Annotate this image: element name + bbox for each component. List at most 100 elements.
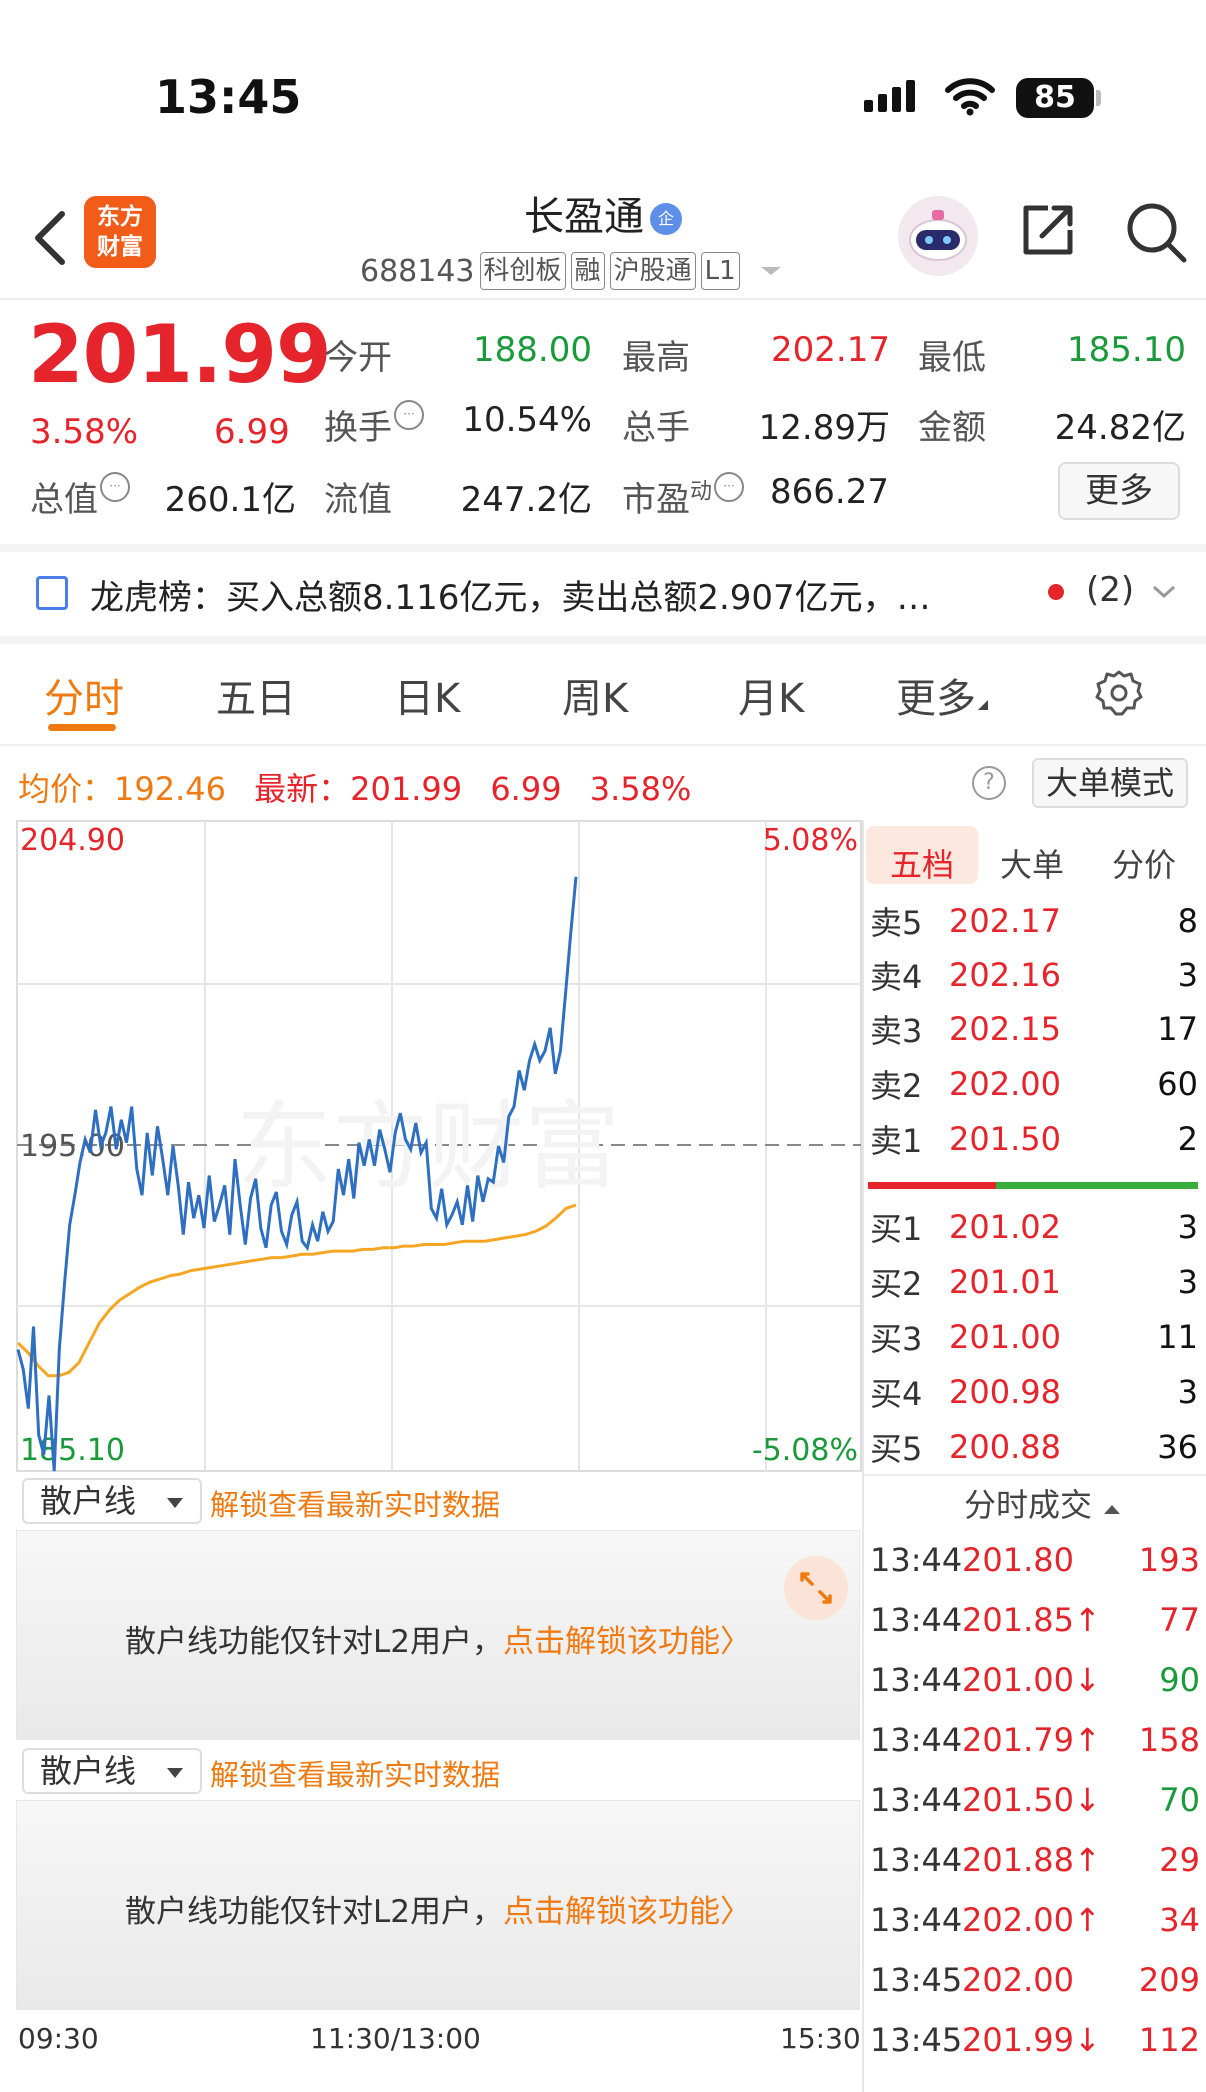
amount-value: 24.82亿 <box>1054 408 1186 448</box>
bid-qty: 3 <box>1177 1208 1198 1246</box>
unlock-feature-link[interactable]: 点击解锁该功能〉 <box>503 1624 751 1660</box>
help-icon[interactable]: ? <box>972 766 1006 800</box>
trade-time: 13:44 <box>870 1541 963 1579</box>
latest-value: 201.99 <box>350 770 463 808</box>
locked-text: 散户线功能仅针对L2用户， <box>125 1624 503 1660</box>
pe-value: 866.27 <box>770 472 889 512</box>
buy-ratio-bar <box>996 1182 1198 1189</box>
orderbook-tab-price-dist[interactable]: 分价 <box>1112 840 1176 886</box>
open-value: 188.00 <box>473 330 592 370</box>
time-axis-mid: 11:30/13:00 <box>310 2022 481 2055</box>
tab-five-day[interactable]: 五日 <box>216 666 296 724</box>
dragon-tiger-icon <box>36 576 68 610</box>
open-label: 今开 <box>324 338 392 378</box>
bid-price: 201.02 <box>949 1208 1061 1246</box>
trades-title-text: 分时成交 <box>964 1486 1093 1524</box>
caret-up-icon <box>1104 1505 1121 1514</box>
trade-row: 13:44 201.88↑ 29 <box>870 1830 1200 1890</box>
bid-price: 200.88 <box>949 1428 1061 1466</box>
tab-weekly-k[interactable]: 周K <box>562 666 628 724</box>
indicator-dropdown[interactable]: 散户线 <box>22 1478 202 1524</box>
tag-northbound: 沪股通 <box>609 252 696 290</box>
trade-time: 13:44 <box>870 1601 963 1639</box>
chevron-down-icon <box>1152 585 1175 599</box>
bid-label: 买4 <box>870 1375 923 1413</box>
dragon-tiger-count[interactable]: (2) <box>1086 570 1177 610</box>
bid-label: 买5 <box>870 1430 923 1468</box>
tabs-divider <box>0 744 1206 746</box>
orderbook-tab-five-level[interactable]: 五档 <box>890 840 954 886</box>
intraday-chart[interactable]: 东方财富 204.90 195.00 185.10 5.08% -5.08% <box>16 820 862 1472</box>
indicator-dropdown[interactable]: 散户线 <box>22 1748 202 1794</box>
trade-price: 201.88↑ <box>962 1841 1101 1879</box>
trade-qty: 34 <box>1159 1901 1200 1939</box>
trade-row: 13:44 201.80 193 <box>870 1530 1200 1590</box>
bid-qty: 11 <box>1157 1318 1198 1356</box>
tab-more[interactable]: 更多 <box>896 666 990 724</box>
trade-price: 201.80 <box>962 1541 1074 1579</box>
trade-qty: 70 <box>1159 1781 1200 1819</box>
float-value: 247.2亿 <box>460 480 592 520</box>
header-divider <box>0 298 1206 300</box>
stock-code-row[interactable]: 688143 科创板 融 沪股通 L1 <box>360 252 785 290</box>
search-icon[interactable] <box>1124 200 1188 268</box>
trade-price: 201.50↓ <box>962 1781 1101 1819</box>
trade-price: 202.00 <box>962 1961 1074 1999</box>
tab-monthly-k[interactable]: 月K <box>738 666 804 724</box>
bid-qty: 36 <box>1157 1428 1198 1466</box>
tab-active-indicator <box>48 724 116 731</box>
ask-label: 卖2 <box>870 1067 923 1105</box>
ask-qty: 17 <box>1157 1010 1198 1048</box>
more-quote-button[interactable]: 更多 <box>1058 462 1180 520</box>
indicator-dropdown-label: 散户线 <box>40 1482 137 1520</box>
caret-down-icon <box>167 1498 183 1508</box>
trade-row: 13:45 201.99↓ 112 <box>870 2010 1200 2070</box>
trades-title[interactable]: 分时成交 <box>964 1480 1122 1526</box>
chevron-down-icon[interactable] <box>757 261 785 281</box>
info-icon[interactable]: ··· <box>100 472 130 502</box>
trade-price: 201.00↓ <box>962 1661 1101 1699</box>
tab-daily-k[interactable]: 日K <box>394 666 460 724</box>
dragon-tiger-text[interactable]: 龙虎榜：买入总额8.116亿元，卖出总额2.907亿元，… <box>90 570 931 619</box>
big-order-mode-button[interactable]: 大单模式 <box>1032 758 1188 808</box>
tag-star-market: 科创板 <box>479 252 566 290</box>
indicator-dropdown-label: 散户线 <box>40 1752 137 1790</box>
trade-price: 202.00↑ <box>962 1901 1101 1939</box>
bid-label: 买2 <box>870 1265 923 1303</box>
unlock-feature-link[interactable]: 点击解锁该功能〉 <box>503 1894 751 1930</box>
mktcap-value: 260.1亿 <box>164 480 296 520</box>
turnover-label: 换手 ··· <box>324 400 424 449</box>
info-icon[interactable]: ··· <box>714 472 745 502</box>
trade-qty: 112 <box>1138 2021 1200 2059</box>
ai-assistant-icon[interactable] <box>898 196 978 276</box>
orderbook-tab-big-orders[interactable]: 大单 <box>1000 840 1064 886</box>
amount-label: 金额 <box>918 408 986 448</box>
volume-label: 总手 <box>622 408 690 448</box>
unlock-realtime-link[interactable]: 解锁查看最新实时数据 <box>210 1482 500 1524</box>
pe-dynamic-sup: 动 <box>690 479 713 505</box>
bid-label: 买1 <box>870 1210 923 1248</box>
bid-label: 买3 <box>870 1320 923 1358</box>
trade-qty: 209 <box>1138 1961 1200 1999</box>
trade-time: 13:44 <box>870 1901 963 1939</box>
tab-intraday[interactable]: 分时 <box>44 666 124 724</box>
bid-row: 买2 201.01 3 <box>870 1255 1198 1309</box>
expand-icon[interactable] <box>784 1556 848 1620</box>
y-max-label: 204.90 <box>20 823 125 858</box>
settings-gear-icon[interactable] <box>1094 668 1144 722</box>
unlock-realtime-link[interactable]: 解锁查看最新实时数据 <box>210 1752 500 1794</box>
corner-arrow-icon <box>978 700 988 710</box>
ask-row: 卖1 201.50 2 <box>870 1112 1198 1166</box>
trade-time: 13:44 <box>870 1781 963 1819</box>
info-icon[interactable]: ··· <box>394 400 424 430</box>
cellular-signal-icon <box>864 80 920 112</box>
trade-time: 13:45 <box>870 1961 963 1999</box>
tab-more-label: 更多 <box>896 676 976 722</box>
orderbook-divider <box>862 1474 1206 1476</box>
ask-row: 卖4 202.16 3 <box>870 948 1198 1002</box>
ask-qty: 8 <box>1177 902 1198 940</box>
pe-label-text: 市盈 <box>622 480 690 520</box>
y-min-label: 185.10 <box>20 1433 125 1468</box>
share-icon[interactable] <box>1018 200 1078 264</box>
ask-row: 卖3 202.15 17 <box>870 1002 1198 1056</box>
